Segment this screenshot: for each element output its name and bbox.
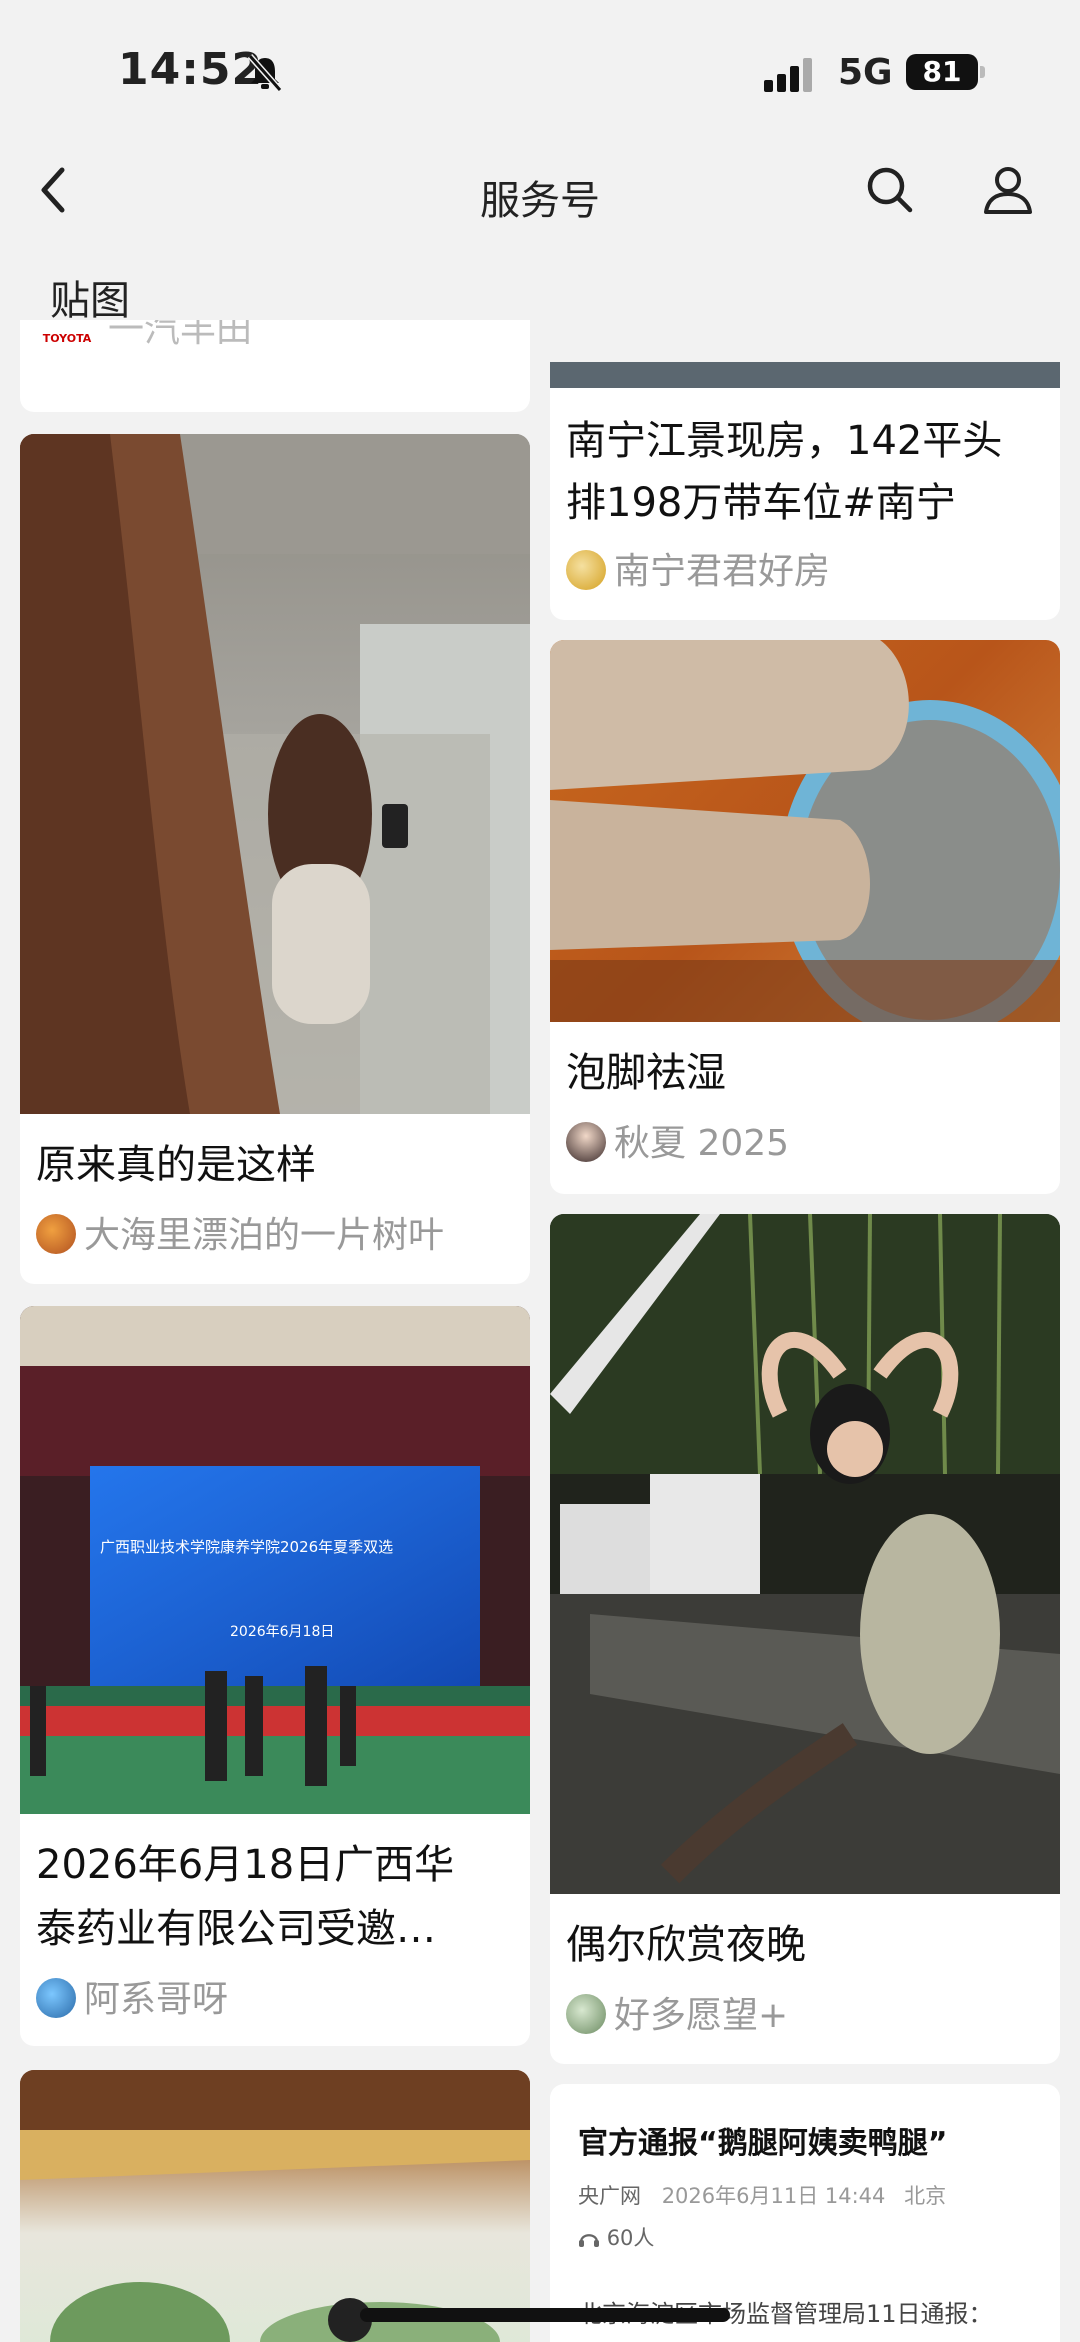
news-listeners: 60人 xyxy=(578,2222,654,2252)
battery-icon: 81 xyxy=(906,54,978,90)
card-title-line2: 排198万带车位#南宁 xyxy=(566,480,956,526)
screen-date: 2026年6月18日 xyxy=(230,1624,334,1640)
post-card-graduation[interactable]: 广西职业技术学院康养学院2026年夏季双选 2026年6月18日 2026年6月… xyxy=(20,1306,530,2046)
news-source: 央广网 xyxy=(578,2184,641,2208)
post-card-house[interactable]: 南宁江景现房，142平头 排198万带车位#南宁 南宁君君好房 xyxy=(550,362,1060,620)
card-title: 偶尔欣赏夜晚 xyxy=(566,1922,806,1968)
author-avatar xyxy=(36,1214,76,1254)
profile-icon[interactable] xyxy=(980,162,1036,218)
post-card-night[interactable]: 偶尔欣赏夜晚 好多愿望+ xyxy=(550,1214,1060,2064)
post-card-foot[interactable]: 泡脚祛湿 秋夏 2025 xyxy=(550,640,1060,1194)
post-card-classroom[interactable] xyxy=(20,2070,530,2342)
author-avatar xyxy=(566,1122,606,1162)
author-avatar xyxy=(36,1978,76,2018)
card-author: 一汽丰田 xyxy=(108,320,253,350)
battery-cap xyxy=(980,66,985,78)
post-image xyxy=(20,2070,530,2342)
news-headline: 官方通报“鹅腿阿姨卖鸭腿” xyxy=(578,2126,948,2161)
section-title: 贴图 xyxy=(50,278,130,324)
post-image xyxy=(20,434,530,1114)
card-author: 好多愿望+ xyxy=(566,1992,788,2040)
headphones-icon xyxy=(578,2228,600,2248)
card-author: 南宁君君好房 xyxy=(566,548,830,596)
post-image xyxy=(550,1214,1060,1894)
post-image: 广西职业技术学院康养学院2026年夏季双选 2026年6月18日 xyxy=(20,1306,530,1814)
network-type: 5G xyxy=(838,52,893,93)
author-avatar xyxy=(566,1994,606,2034)
page-title: 服务号 xyxy=(480,178,600,224)
card-title-line1: 南宁江景现房，142平头 xyxy=(566,418,1003,464)
card-author: 大海里漂泊的一片树叶 xyxy=(36,1212,444,1260)
foot-soak-scene xyxy=(550,640,1060,1022)
classroom-scene xyxy=(20,2070,530,2342)
post-image xyxy=(550,640,1060,1022)
post-card-mirror[interactable]: 原来真的是这样 大海里漂泊的一片树叶 xyxy=(20,434,530,1284)
news-location: 北京 xyxy=(904,2184,947,2208)
mirror-scene xyxy=(20,434,530,1114)
home-indicator[interactable] xyxy=(360,2308,730,2322)
card-title-line2: 泰药业有限公司受邀… xyxy=(36,1906,436,1952)
post-image xyxy=(550,362,1060,388)
screen-text: 广西职业技术学院康养学院2026年夏季双选 xyxy=(100,1538,393,1556)
card-title: 泡脚祛湿 xyxy=(566,1050,726,1096)
news-datetime: 2026年6月11日 14:44 xyxy=(661,2184,886,2208)
card-author: 秋夏 2025 xyxy=(566,1120,789,1168)
card-author: 阿系哥呀 xyxy=(36,1976,228,2024)
auditorium-scene: 广西职业技术学院康养学院2026年夏季双选 2026年6月18日 xyxy=(20,1306,530,1814)
search-icon[interactable] xyxy=(862,162,918,218)
toyota-logo: TOYOTA xyxy=(42,332,92,345)
nav-bar: 服务号 xyxy=(0,140,1080,250)
card-title-line1: 2026年6月18日广西华 xyxy=(36,1842,455,1888)
status-bar: 14:52 5G 81 xyxy=(0,0,1080,140)
night-scene xyxy=(550,1214,1060,1894)
card-title: 原来真的是这样 xyxy=(36,1142,316,1188)
news-meta: 央广网 2026年6月11日 14:44 北京 xyxy=(578,2180,946,2210)
author-avatar xyxy=(566,550,606,590)
post-card-toyota[interactable]: TOYOTA 一汽丰田 xyxy=(20,320,530,412)
post-card-news[interactable]: 官方通报“鹅腿阿姨卖鸭腿” 央广网 2026年6月11日 14:44 北京 60… xyxy=(550,2084,1060,2342)
bell-muted-icon xyxy=(247,54,283,92)
status-time: 14:52 xyxy=(118,44,264,95)
